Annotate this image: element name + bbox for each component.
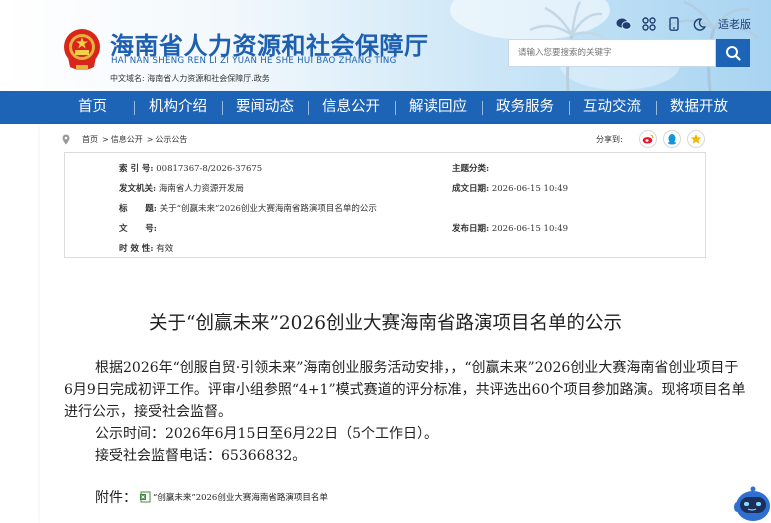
article-paragraph-line: 接受社会监督电话：65366832。: [95, 448, 307, 464]
share-bar: 分享到:: [596, 129, 705, 149]
meta-label: 发文机关:: [119, 184, 157, 194]
star-icon: [690, 133, 702, 144]
nav-divider: [134, 101, 135, 115]
assistant-robot-icon[interactable]: [731, 484, 771, 523]
meta-published-date: 发布日期: 2026-06-15 10:49: [452, 222, 568, 234]
nav-item-open-data[interactable]: 数据开放: [670, 91, 728, 124]
document-meta-box: 索 引 号: 00817367-8/2026-37675 主题分类: 发文机关:…: [64, 152, 706, 258]
nav-divider: [222, 101, 223, 115]
national-emblem-logo: [64, 29, 100, 70]
breadcrumb-announcements[interactable]: 公示公告: [155, 134, 187, 145]
weibo-share-button[interactable]: [638, 130, 657, 148]
site-title-pinyin: HAI NAN SHENG REN LI ZI YUAN HE SHE HUI …: [111, 56, 397, 66]
nav-item-services[interactable]: 政务服务: [496, 91, 554, 124]
breadcrumb-home[interactable]: 首页: [82, 134, 98, 145]
nav-item-home[interactable]: 首页: [78, 91, 107, 124]
breadcrumb: 首页 > 信息公开 > 公示公告: [62, 130, 187, 148]
favorite-share-button[interactable]: [686, 130, 705, 148]
meta-label: 成文日期:: [452, 184, 490, 194]
meta-label: 标 题:: [119, 204, 157, 214]
excel-file-icon: [140, 491, 151, 503]
nav-item-interpretation[interactable]: 解读回应: [409, 91, 467, 124]
search-icon: [726, 46, 741, 61]
search-input[interactable]: [509, 40, 715, 66]
meta-value: 2026-06-15 10:49: [491, 224, 569, 234]
main-nav: 首页 机构介绍 要闻动态 信息公开 解读回应 政务服务 互动交流 数据开放: [0, 91, 771, 124]
site-header: 海南省人力资源和社会保障厅 HAI NAN SHENG REN LI ZI YU…: [0, 0, 771, 91]
location-pin-icon: [62, 134, 70, 144]
meta-value: 00817367-8/2026-37675: [156, 164, 263, 174]
article-paragraph-line: 6月9日完成初评工作。评审小组参照“4+1”模式赛道的评分标准，共评选出60个项…: [64, 382, 746, 398]
dark-mode-icon[interactable]: [691, 16, 707, 32]
mobile-icon[interactable]: [666, 16, 682, 32]
qq-icon: [667, 134, 676, 145]
nav-divider: [482, 101, 483, 115]
meta-created-date: 成文日期: 2026-06-15 10:49: [452, 182, 568, 194]
meta-label: 文 号:: [119, 224, 157, 234]
meta-category: 主题分类:: [452, 162, 489, 174]
attachment: 附件： “创赢未来”2026创业大赛海南省路演项目名单: [95, 485, 328, 509]
attachment-link[interactable]: “创赢未来”2026创业大赛海南省路演项目名单: [140, 491, 328, 503]
share-label: 分享到:: [596, 134, 623, 144]
attachment-filename: “创赢未来”2026创业大赛海南省路演项目名单: [153, 493, 328, 503]
nav-item-interaction[interactable]: 互动交流: [583, 91, 641, 124]
meta-value: 海南省人力资源开发局: [158, 184, 244, 194]
domain-value: 海南省人力资源和社会保障厅.政务: [147, 74, 270, 83]
meta-document-number: 文 号:: [119, 222, 157, 234]
article-paragraph-line: 公示时间：2026年6月15日至6月22日（5个工作日）。: [95, 426, 438, 442]
meta-index-number: 索 引 号: 00817367-8/2026-37675: [119, 162, 262, 174]
qq-share-button[interactable]: [662, 130, 681, 148]
article-paragraph-line: 根据2026年“创服自贸·引领未来”海南创业服务活动安排，，“创赢未来”2026…: [95, 360, 739, 376]
breadcrumb-separator: >: [102, 134, 109, 144]
meta-label: 发布日期:: [452, 224, 490, 234]
nav-divider: [569, 101, 570, 115]
elder-mode-link[interactable]: 适老版: [718, 16, 751, 32]
article-paragraph-line: 进行公示，接受社会监督。: [64, 404, 232, 420]
attachment-label: 附件：: [95, 490, 137, 506]
weibo-icon: [642, 134, 654, 144]
meta-value: 关于“创赢未来”2026创业大赛海南省路演项目名单的公示: [159, 204, 377, 214]
nav-item-institution[interactable]: 机构介绍: [149, 91, 207, 124]
meta-value: 2026-06-15 10:49: [491, 184, 569, 194]
top-tools: 适老版: [616, 14, 751, 34]
breadcrumb-separator: >: [146, 134, 154, 144]
wechat-icon[interactable]: [616, 16, 632, 32]
app-grid-icon[interactable]: [641, 16, 657, 32]
meta-value: 有效: [156, 244, 174, 254]
nav-item-info-disclosure[interactable]: 信息公开: [322, 91, 380, 124]
nav-divider: [395, 101, 396, 115]
meta-title: 标 题: 关于“创赢未来”2026创业大赛海南省路演项目名单的公示: [119, 202, 377, 214]
nav-item-news[interactable]: 要闻动态: [236, 91, 294, 124]
search-button[interactable]: [716, 39, 750, 67]
domain-label: 中文域名:: [110, 74, 145, 83]
site-domain: 中文域名: 海南省人力资源和社会保障厅.政务: [110, 73, 270, 84]
nav-divider: [656, 101, 657, 115]
meta-label: 时 效 性:: [119, 244, 154, 254]
meta-issuer: 发文机关: 海南省人力资源开发局: [119, 182, 244, 194]
meta-label: 索 引 号:: [119, 164, 154, 174]
meta-label: 主题分类:: [452, 164, 490, 174]
breadcrumb-info-disclosure[interactable]: 信息公开: [111, 134, 143, 145]
search-box: [508, 39, 716, 67]
meta-validity: 时 效 性: 有效: [119, 242, 173, 254]
nav-divider: [308, 101, 309, 115]
article-title: 关于“创赢未来”2026创业大赛海南省路演项目名单的公示: [149, 313, 622, 334]
